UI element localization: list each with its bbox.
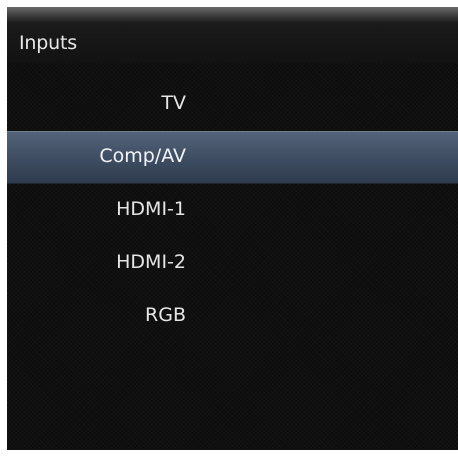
input-item-label: TV	[161, 92, 186, 114]
title-bar: Inputs	[7, 23, 458, 63]
input-item-label: HDMI-2	[116, 251, 186, 273]
input-item-label: Comp/AV	[99, 145, 186, 167]
input-item-label: RGB	[145, 304, 186, 326]
input-item-comp-av[interactable]: Comp/AV	[7, 131, 458, 184]
input-source-list: TV Comp/AV HDMI-1 HDMI-2 RGB	[7, 78, 458, 343]
input-item-rgb[interactable]: RGB	[7, 290, 458, 343]
menu-title: Inputs	[19, 32, 77, 54]
input-item-hdmi-2[interactable]: HDMI-2	[7, 237, 458, 290]
input-item-tv[interactable]: TV	[7, 78, 458, 131]
window-top-bevel	[7, 7, 458, 23]
inputs-menu-window: Inputs TV Comp/AV HDMI-1 HDMI-2 RGB	[7, 7, 458, 450]
input-item-label: HDMI-1	[116, 198, 186, 220]
input-item-hdmi-1[interactable]: HDMI-1	[7, 184, 458, 237]
